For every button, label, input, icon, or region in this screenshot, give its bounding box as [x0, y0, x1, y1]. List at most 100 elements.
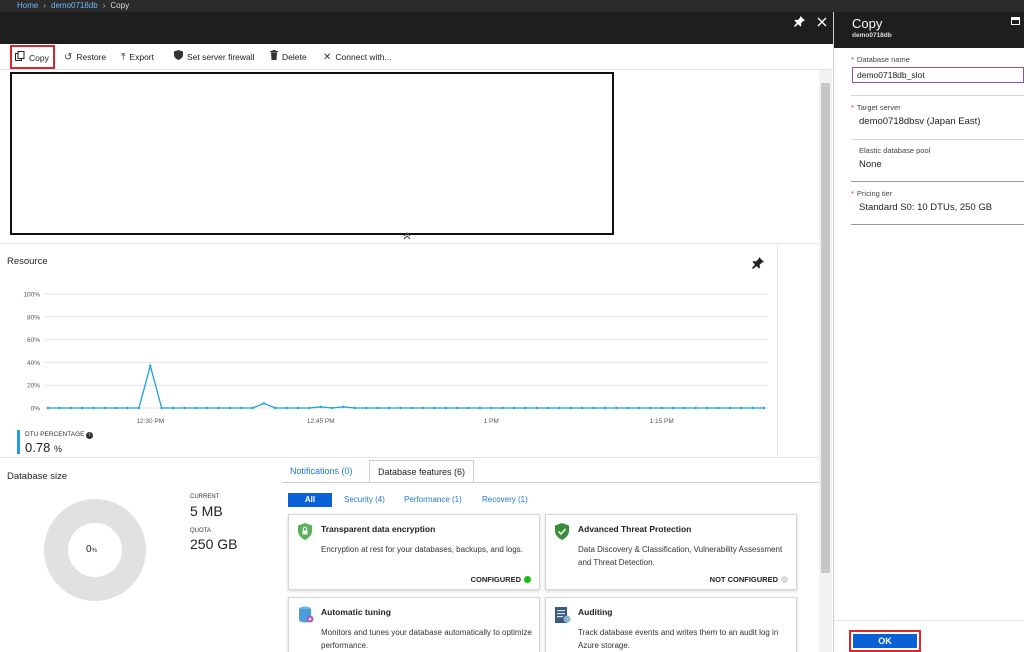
card-auditing[interactable]: Auditing Track database events and write… — [545, 597, 797, 652]
dtu-data-point[interactable] — [501, 406, 504, 410]
target-server-value: demo0718dbsv (Japan East) — [859, 116, 981, 127]
dtu-data-point[interactable] — [626, 406, 629, 410]
dtu-data-point[interactable] — [455, 406, 459, 410]
dtu-data-point[interactable] — [160, 406, 163, 410]
dtu-data-point[interactable] — [399, 406, 402, 410]
dtu-data-point[interactable] — [671, 406, 675, 410]
dtu-data-point[interactable] — [240, 406, 243, 410]
card-title: Transparent data encryption — [321, 524, 436, 534]
dtu-data-point[interactable] — [171, 406, 175, 410]
dtu-data-point[interactable] — [592, 406, 595, 410]
dtu-data-point[interactable] — [490, 406, 493, 410]
dtu-data-point[interactable] — [615, 406, 618, 410]
breadcrumb-home[interactable]: Home — [17, 1, 38, 10]
dtu-data-point[interactable] — [114, 406, 118, 410]
filter-all[interactable]: All — [288, 493, 332, 507]
dtu-data-point[interactable] — [353, 406, 357, 410]
dtu-data-point[interactable] — [92, 406, 95, 410]
dtu-data-point[interactable] — [69, 406, 72, 410]
dtu-data-point[interactable] — [365, 406, 368, 410]
dtu-data-point[interactable] — [705, 406, 709, 410]
dtu-data-point[interactable] — [740, 406, 743, 410]
dtu-data-point[interactable] — [546, 406, 550, 410]
dtu-data-point[interactable] — [580, 406, 584, 410]
dtu-data-point[interactable] — [330, 406, 334, 410]
dtu-data-point[interactable] — [717, 406, 720, 410]
dtu-data-point[interactable] — [444, 406, 447, 410]
ok-button[interactable]: OK — [849, 630, 921, 652]
dtu-data-point[interactable] — [728, 406, 732, 410]
dtu-data-point[interactable] — [603, 406, 607, 410]
export-button[interactable]: ⤒ Export — [119, 49, 156, 66]
pin-chart-icon[interactable] — [752, 257, 764, 272]
tab-notifications[interactable]: Notifications (0) — [282, 460, 361, 482]
dtu-data-point[interactable] — [751, 406, 754, 410]
dtu-data-point[interactable] — [137, 406, 141, 410]
dtu-data-point[interactable] — [683, 406, 686, 410]
dtu-data-point[interactable] — [251, 406, 254, 410]
dtu-data-point[interactable] — [308, 406, 311, 410]
dtu-data-point[interactable] — [558, 406, 561, 410]
card-advanced-threat-protection[interactable]: Advanced Threat Protection Data Discover… — [545, 514, 797, 590]
dtu-data-point[interactable] — [274, 406, 277, 410]
dtu-data-point[interactable] — [285, 406, 288, 410]
dtu-data-point[interactable] — [296, 406, 300, 410]
maximize-icon[interactable] — [1011, 17, 1020, 25]
dtu-data-point[interactable] — [228, 406, 232, 410]
filter-security[interactable]: Security (4) — [344, 493, 385, 507]
dtu-data-point[interactable] — [80, 406, 84, 410]
database-name-input[interactable] — [852, 67, 1024, 83]
breadcrumb-db[interactable]: demo0718db — [51, 1, 98, 10]
scrollbar-thumb[interactable] — [821, 83, 830, 573]
dtu-data-point[interactable] — [217, 406, 220, 410]
dtu-data-point[interactable] — [262, 402, 266, 405]
elastic-pool-field[interactable]: Elastic database pool None — [859, 146, 1024, 170]
database-size-title: Database size — [7, 471, 68, 482]
dtu-data-point[interactable] — [103, 406, 107, 410]
dtu-data-point[interactable] — [205, 406, 209, 410]
dtu-data-point[interactable] — [183, 406, 186, 410]
pricing-tier-field[interactable]: * Pricing tier Standard S0: 10 DTUs, 250 … — [851, 189, 1024, 213]
dtu-data-point[interactable] — [524, 406, 527, 410]
dtu-data-point[interactable] — [478, 406, 482, 410]
connect-with-button[interactable]: ✕ Connect with... — [321, 49, 394, 66]
dtu-data-point[interactable] — [637, 406, 641, 410]
dtu-data-point[interactable] — [535, 406, 538, 410]
dtu-data-point[interactable] — [376, 406, 379, 410]
dtu-data-point[interactable] — [342, 405, 345, 409]
filter-performance[interactable]: Performance (1) — [404, 493, 462, 507]
dtu-data-point[interactable] — [421, 406, 425, 410]
delete-button[interactable]: Delete — [268, 49, 309, 66]
dtu-data-point[interactable] — [194, 406, 197, 410]
info-icon[interactable]: i — [86, 432, 94, 439]
resource-title: Resource — [7, 256, 48, 267]
dtu-data-point[interactable] — [762, 406, 766, 410]
dtu-data-point[interactable] — [387, 406, 391, 410]
dtu-data-point[interactable] — [126, 406, 129, 410]
filter-recovery[interactable]: Recovery (1) — [482, 493, 528, 507]
dtu-data-point[interactable] — [467, 406, 470, 410]
card-transparent-data-encryption[interactable]: Transparent data encryption Encryption a… — [288, 514, 540, 590]
set-server-firewall-button[interactable]: Set server firewall — [172, 49, 257, 66]
dtu-data-point[interactable] — [649, 406, 652, 410]
pin-blade-icon[interactable] — [794, 16, 805, 30]
dtu-data-point[interactable] — [660, 406, 663, 410]
dtu-data-point[interactable] — [149, 364, 152, 368]
dtu-data-point[interactable] — [319, 405, 322, 409]
card-automatic-tuning[interactable]: Automatic tuning Monitors and tunes your… — [288, 597, 540, 652]
y-tick-label: 100% — [23, 292, 40, 299]
tab-database-features[interactable]: Database features (6) — [369, 460, 475, 482]
blade-header — [0, 12, 833, 44]
copy-button[interactable]: Copy — [10, 45, 55, 69]
collapse-essentials-icon[interactable] — [403, 232, 411, 242]
dtu-data-point[interactable] — [694, 406, 698, 410]
dtu-data-point[interactable] — [512, 406, 516, 410]
dtu-data-point[interactable] — [569, 406, 572, 410]
dtu-data-point[interactable] — [410, 406, 413, 410]
restore-button[interactable]: ↺ Restore — [62, 49, 108, 66]
dtu-data-point[interactable] — [58, 406, 61, 410]
dtu-data-point[interactable] — [433, 406, 436, 410]
dtu-data-point[interactable] — [46, 406, 50, 410]
target-server-field[interactable]: * Target server demo0718dbsv (Japan East) — [851, 103, 1024, 127]
close-blade-icon[interactable] — [817, 16, 827, 30]
